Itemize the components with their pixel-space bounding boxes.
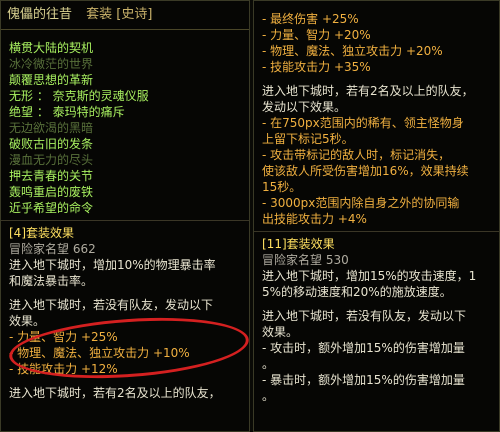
mark-attack-line: 使该敌人所受伤害增加16%，效果持续 xyxy=(262,164,469,178)
set-item-11: 近乎希望的命令 xyxy=(9,201,94,215)
right-top-stats: - 最终伤害 +25% - 力量、智力 +20% - 物理、魔法、独立攻击力 +… xyxy=(254,1,499,227)
set-item-2: 冰冷微茫的世界 xyxy=(9,57,94,71)
set11-effect-line: 。 xyxy=(262,389,275,403)
set-item-6: 无边欲渴的黑暗 xyxy=(9,121,94,135)
set4-party-line: 进入地下城时，若有2名及以上的队友， xyxy=(9,386,221,400)
stat-line: - 力量、智力 +20% xyxy=(262,28,371,42)
mark-line: 上留下标记5秒。 xyxy=(262,132,354,146)
set11-header: [11]套装效果 xyxy=(262,237,335,251)
set-item-9: 押去青春的关节 xyxy=(9,169,94,183)
set11-effect-line: - 暴击时，额外增加15%的伤害增加量 xyxy=(262,373,465,387)
set-item-8: 漫血无力的尽头 xyxy=(9,153,94,167)
set-title-bar: 傀儡的往昔 套装 [史诗] xyxy=(1,1,249,30)
set-tooltip-right: - 最终伤害 +25% - 力量、智力 +20% - 物理、魔法、独立攻击力 +… xyxy=(253,0,500,432)
set-item-3: 颠覆思想的革新 xyxy=(9,73,94,87)
set4-desc-line: 进入地下城时，增加10%的物理暴击率 xyxy=(9,258,216,272)
set11-condition-line: 进入地下城时，若没有队友，发动以下 xyxy=(262,309,467,323)
set-item-4: 无形 ： 奈克斯的灵魂仪服 xyxy=(9,89,149,103)
other-line: - 3000px范围内除自身之外的协同输 xyxy=(262,196,460,210)
set-item-list: 横贯大陆的契机 冰冷微茫的世界 颠覆思想的革新无形 ： 奈克斯的灵魂仪服 绝望 ： 泰… xyxy=(1,30,249,216)
set11-desc-line: 5%的移动速度和20%的施放速度。 xyxy=(262,285,452,299)
set4-condition-line: 进入地下城时，若没有队友，发动以下 xyxy=(9,298,214,312)
party-line: 发动以下效果。 xyxy=(262,100,347,114)
mark-attack-line: 15秒。 xyxy=(262,180,302,194)
set4-desc-line: 和魔法暴击率。 xyxy=(9,274,94,288)
stat-line: - 最终伤害 +25% xyxy=(262,12,359,26)
set11-fame: 冒险家名望 530 xyxy=(262,253,349,267)
stat-line: - 技能攻击力 +35% xyxy=(262,60,371,74)
set11-condition-line: 效果。 xyxy=(262,325,299,339)
other-line: 出技能攻击力 +4% xyxy=(262,212,367,226)
party-line: 进入地下城时，若有2名及以上的队友， xyxy=(262,84,474,98)
set11-effect-line: 。 xyxy=(262,357,275,371)
set-item-5: 绝望 ： 泰玛特的痛斥 xyxy=(9,105,125,119)
set-quality: 套装 [史诗] xyxy=(86,7,153,22)
mark-line: - 在750px范围内的稀有、领主怪物身 xyxy=(262,116,464,130)
set-item-7: 破败古旧的发条 xyxy=(9,137,94,151)
stat-line: - 物理、魔法、独立攻击力 +20% xyxy=(262,44,443,58)
set4-header: [4]套装效果 xyxy=(9,226,74,240)
set-name: 傀儡的往昔 xyxy=(7,7,73,22)
set4-fame: 冒险家名望 662 xyxy=(9,242,96,256)
set11-effect-line: - 攻击时，额外增加15%的伤害增加量 xyxy=(262,341,465,355)
set-tooltip-left: 傀儡的往昔 套装 [史诗] 横贯大陆的契机 冰冷微茫的世界 颠覆思想的革新无形 ： … xyxy=(0,0,250,432)
set-item-10: 轰鸣重启的废铁 xyxy=(9,185,94,199)
mark-attack-line: - 攻击带标记的敌人时，标记消失， xyxy=(262,148,451,162)
set11-desc-line: 进入地下城时，增加15%的攻击速度，1 xyxy=(262,269,477,283)
set-item-1: 横贯大陆的契机 xyxy=(9,41,94,55)
set11-effect: [11]套装效果 冒险家名望 530 进入地下城时，增加15%的攻击速度，1 5… xyxy=(254,236,499,404)
